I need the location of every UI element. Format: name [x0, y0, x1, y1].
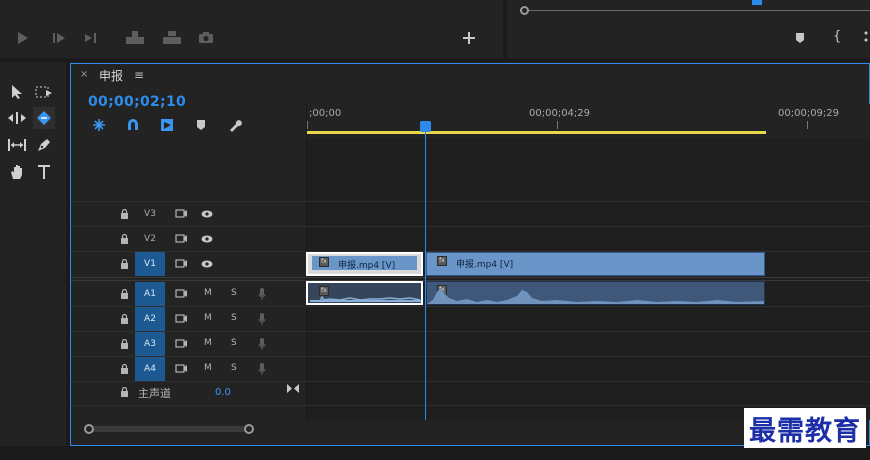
- zoom-slider-track[interactable]: [520, 10, 870, 11]
- panel-divider[interactable]: [0, 58, 870, 62]
- snap-magnet-icon[interactable]: [126, 118, 140, 132]
- ruler-label: 00;00;04;29: [529, 108, 591, 119]
- selection-tool-icon[interactable]: [6, 81, 28, 103]
- overwrite-icon[interactable]: [162, 30, 182, 46]
- solo-track-button[interactable]: S: [231, 338, 237, 348]
- microphone-icon[interactable]: [258, 363, 266, 375]
- toggle-sync-lock-icon[interactable]: [175, 339, 187, 348]
- fx-badge-icon: fx: [319, 257, 329, 267]
- go-to-edit-point-icon[interactable]: [287, 384, 299, 393]
- solo-track-button[interactable]: S: [231, 288, 237, 298]
- video-clip[interactable]: fx 申报.mp4 [V]: [306, 252, 423, 276]
- toggle-sync-lock-icon[interactable]: [175, 209, 187, 218]
- program-monitor-controls: [0, 0, 503, 58]
- scroll-right-handle[interactable]: [244, 424, 254, 434]
- lock-icon[interactable]: [120, 314, 129, 324]
- ruler-label: 00;00;09;29: [778, 108, 840, 119]
- razor-tool-icon[interactable]: [33, 107, 55, 129]
- eye-icon[interactable]: [201, 235, 213, 243]
- audio-clip[interactable]: fx: [306, 281, 423, 305]
- ruler-label: ;00;00: [309, 108, 342, 119]
- fx-badge-icon: fx: [437, 256, 447, 266]
- add-marker-icon[interactable]: [196, 119, 206, 131]
- toggle-sync-lock-icon[interactable]: [175, 259, 187, 268]
- mute-track-button[interactable]: M: [204, 313, 212, 323]
- master-track-label: 主声道: [138, 387, 171, 400]
- wrench-settings-icon[interactable]: [228, 118, 242, 132]
- master-volume-value[interactable]: 0.0: [215, 387, 231, 398]
- lock-icon[interactable]: [120, 289, 129, 299]
- slip-tool-icon[interactable]: [6, 134, 28, 156]
- timeline-zoom-scrollbar[interactable]: [88, 426, 250, 432]
- sequence-tab-title[interactable]: 申报: [99, 67, 123, 84]
- lock-icon[interactable]: [120, 209, 129, 219]
- track-target-v3[interactable]: V3: [135, 202, 165, 226]
- add-button-icon[interactable]: [463, 32, 475, 44]
- mark-in-out-icon[interactable]: {: [833, 30, 841, 44]
- track-area[interactable]: [306, 138, 870, 420]
- lock-icon[interactable]: [120, 364, 129, 374]
- track-headers: [71, 138, 306, 420]
- video-clip[interactable]: fx 申报.mp4 [V]: [426, 252, 765, 276]
- microphone-icon[interactable]: [258, 288, 266, 300]
- close-tab-icon[interactable]: ×: [80, 69, 88, 80]
- eye-icon[interactable]: [201, 260, 213, 268]
- add-marker-icon[interactable]: [795, 32, 805, 44]
- go-to-out-icon[interactable]: [84, 31, 100, 45]
- toggle-sync-lock-icon[interactable]: [175, 364, 187, 373]
- eye-icon[interactable]: [201, 210, 213, 218]
- track-select-tool-icon[interactable]: [33, 81, 55, 103]
- panel-menu-icon[interactable]: ≡: [134, 68, 144, 82]
- lock-icon[interactable]: [120, 259, 129, 269]
- microphone-icon[interactable]: [258, 338, 266, 350]
- insert-icon[interactable]: [125, 30, 145, 46]
- clip-name: 申报.mp4 [V]: [338, 261, 396, 271]
- audio-waveform: [310, 295, 421, 302]
- playhead-handle[interactable]: [420, 121, 431, 132]
- track-target-a2[interactable]: A2: [135, 307, 165, 331]
- nest-toggle-icon[interactable]: [92, 118, 106, 132]
- more-controls-icon[interactable]: [863, 30, 869, 44]
- scroll-left-handle[interactable]: [84, 424, 94, 434]
- camera-icon[interactable]: [198, 31, 214, 44]
- microphone-icon[interactable]: [258, 313, 266, 325]
- track-target-a4[interactable]: A4: [135, 357, 165, 381]
- track-target-v1[interactable]: V1: [135, 252, 165, 276]
- zoom-slider-handle[interactable]: [520, 6, 529, 15]
- solo-track-button[interactable]: S: [231, 363, 237, 373]
- step-forward-icon[interactable]: [52, 31, 66, 45]
- mute-track-button[interactable]: M: [204, 288, 212, 298]
- hand-tool-icon[interactable]: [6, 161, 28, 183]
- source-playhead[interactable]: [752, 0, 762, 5]
- playhead-timecode[interactable]: 00;00;02;10: [88, 94, 186, 110]
- lock-icon[interactable]: [120, 339, 129, 349]
- track-target-a3[interactable]: A3: [135, 332, 165, 356]
- toggle-sync-lock-icon[interactable]: [175, 289, 187, 298]
- ripple-edit-tool-icon[interactable]: [6, 107, 28, 129]
- playhead-line[interactable]: [425, 126, 426, 420]
- audio-clip[interactable]: fx: [426, 281, 765, 305]
- pen-tool-icon[interactable]: [33, 134, 55, 156]
- watermark-logo: 最需教育: [744, 408, 866, 448]
- toggle-sync-lock-icon[interactable]: [175, 234, 187, 243]
- type-tool-icon[interactable]: [33, 161, 55, 183]
- toggle-sync-lock-icon[interactable]: [175, 314, 187, 323]
- solo-track-button[interactable]: S: [231, 313, 237, 323]
- mute-track-button[interactable]: M: [204, 363, 212, 373]
- track-target-v2[interactable]: V2: [135, 227, 165, 251]
- play-icon[interactable]: [17, 31, 29, 45]
- linked-selection-icon[interactable]: [160, 118, 174, 132]
- audio-waveform: [427, 288, 764, 304]
- mute-track-button[interactable]: M: [204, 338, 212, 348]
- track-target-a1[interactable]: A1: [135, 282, 165, 306]
- lock-icon[interactable]: [120, 234, 129, 244]
- clip-name: 申报.mp4 [V]: [456, 260, 514, 270]
- work-area-bar[interactable]: [307, 131, 766, 134]
- source-monitor-controls: [507, 0, 870, 58]
- lock-icon[interactable]: [120, 387, 129, 397]
